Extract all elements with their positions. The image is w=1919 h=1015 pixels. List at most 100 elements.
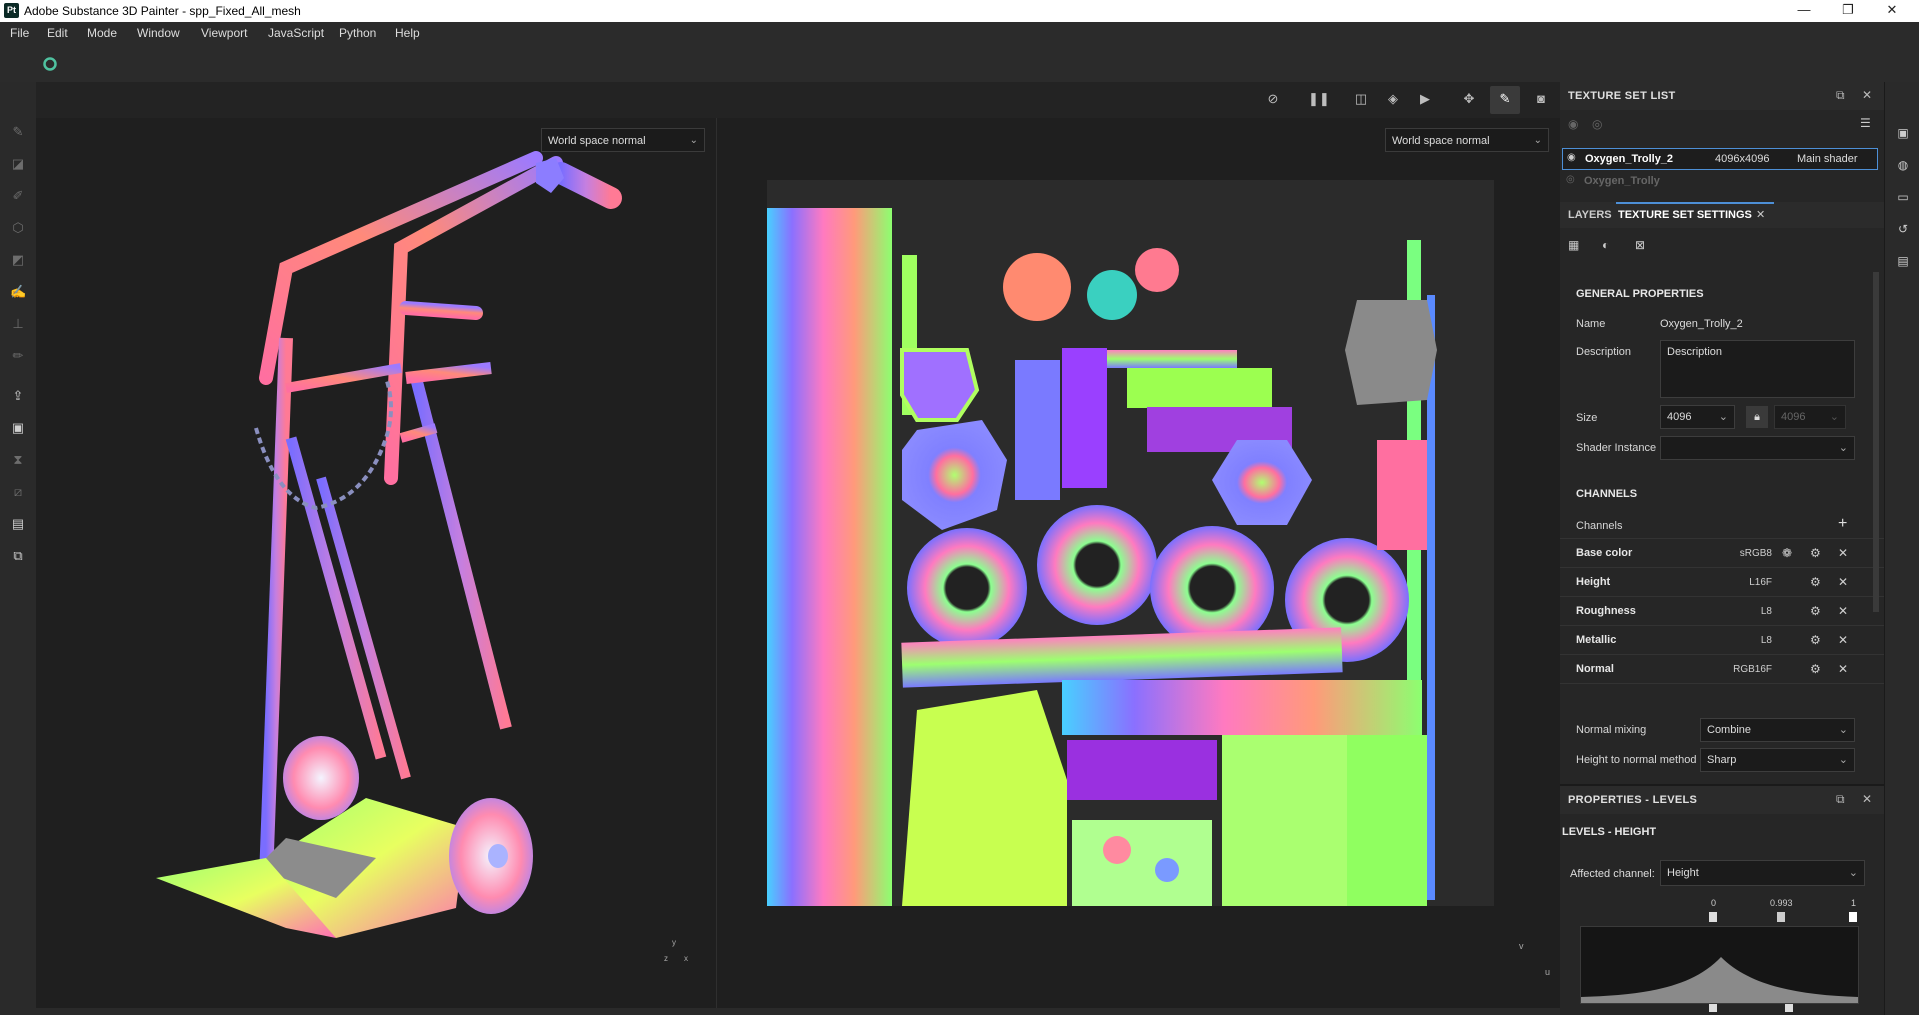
menu-icon[interactable]: ☰ [1860, 116, 1871, 130]
viewport-3d[interactable]: World space normal ⌄ y z x [36, 118, 717, 1015]
export-icon[interactable]: ⇪ [10, 388, 26, 404]
menu-window[interactable]: Window [137, 26, 180, 40]
texture-set-panel-icon[interactable]: ▣ [1895, 126, 1911, 140]
channels-label: Channels [1576, 520, 1623, 532]
pause-icon[interactable]: ❚❚ [1308, 90, 1330, 108]
gear-icon[interactable]: ⚙ [1810, 546, 1821, 560]
geometry-mask-icon[interactable]: ⬡ [10, 220, 26, 236]
menu-edit[interactable]: Edit [47, 26, 68, 40]
general-properties-title: GENERAL PROPERTIES [1576, 288, 1704, 300]
normal-mixing-select[interactable]: Combine ⌄ [1700, 718, 1855, 742]
close-panel-icon[interactable]: ✕ [1862, 792, 1872, 806]
table-icon[interactable]: ▦ [1568, 238, 1579, 252]
camera-icon[interactable]: ▶ [1416, 90, 1434, 108]
menu-viewport[interactable]: Viewport [201, 26, 247, 40]
hourglass-icon[interactable]: ⧗ [10, 452, 26, 468]
add-channel-button[interactable]: + [1838, 515, 1847, 533]
cube-icon[interactable]: ◈ [1384, 90, 1402, 108]
uv-icon[interactable]: ⧄ [10, 484, 26, 500]
visibility-icon[interactable]: ◎ [1592, 117, 1602, 131]
tab-texture-set-settings[interactable]: TEXTURE SET SETTINGS [1618, 209, 1752, 221]
lock-icon[interactable]: 🔒︎ [1746, 406, 1768, 428]
gear-icon[interactable]: ⚙ [1810, 604, 1821, 618]
viewport-2d-mode-select[interactable]: World space normal ⌄ [1385, 128, 1549, 152]
shader-icon[interactable]: ◐ [1602, 238, 1609, 252]
remove-channel-icon[interactable]: ✕ [1838, 662, 1848, 676]
eraser-icon[interactable]: ◪ [10, 156, 26, 172]
description-value: Description [1667, 346, 1723, 358]
menu-file[interactable]: File [10, 26, 29, 40]
texture-set-resolution: 4096x4096 [1715, 153, 1770, 165]
output-low-handle[interactable] [1709, 1004, 1717, 1012]
texture-set-item[interactable]: ◉ Oxygen_Trolly_2 4096x4096 Main shader [1562, 148, 1878, 170]
channel-row[interactable]: Height L16F ⚙ ✕ [1560, 567, 1884, 596]
viewer-icon[interactable]: ⧉ [10, 548, 26, 564]
close-window-button[interactable]: ✕ [1870, 0, 1914, 22]
paint-brush-icon[interactable]: ✎ [10, 124, 26, 140]
close-tab-icon[interactable]: ✕ [1756, 208, 1765, 221]
gear-icon[interactable]: ⚙ [1810, 633, 1821, 647]
display-icon[interactable]: ▭ [1895, 190, 1911, 204]
height-to-normal-select[interactable]: Sharp ⌄ [1700, 748, 1855, 772]
remove-channel-icon[interactable]: ✕ [1838, 604, 1848, 618]
level-low-handle[interactable] [1709, 912, 1717, 922]
projection-icon[interactable]: ✐ [10, 188, 26, 204]
visibility-off-icon[interactable]: ◉ [1568, 117, 1578, 131]
level-mid-handle[interactable] [1777, 912, 1785, 922]
color-profile-icon[interactable]: ❁ [1782, 546, 1792, 560]
shelf-icon[interactable]: ◍ [1895, 158, 1911, 172]
remove-channel-icon[interactable]: ✕ [1838, 575, 1848, 589]
symmetry-icon[interactable]: ✥ [1460, 90, 1478, 108]
eye-icon[interactable]: ◉ [1567, 152, 1576, 163]
maximize-button[interactable]: ❐ [1826, 0, 1870, 22]
tab-layers[interactable]: LAYERS [1568, 209, 1612, 221]
menu-javascript[interactable]: JavaScript [268, 26, 324, 40]
float-panel-icon[interactable]: ⧉ [1836, 792, 1845, 807]
shader-instance-select[interactable]: ⌄ [1660, 436, 1855, 460]
chevron-down-icon: ⌄ [1718, 411, 1728, 423]
channel-row[interactable]: Roughness L8 ⚙ ✕ [1560, 596, 1884, 625]
remove-channel-icon[interactable]: ✕ [1838, 546, 1848, 560]
split-view-icon[interactable]: ◫ [1352, 90, 1370, 108]
texture-set-toolbar: ◉ ◎ ☰ [1560, 110, 1884, 138]
eye-icon[interactable]: ◎ [1566, 174, 1575, 185]
menu-mode[interactable]: Mode [87, 26, 117, 40]
close-panel-icon[interactable]: ✕ [1862, 88, 1872, 102]
level-high-handle[interactable] [1849, 912, 1857, 922]
minimize-button[interactable]: — [1782, 0, 1826, 22]
channel-row[interactable]: Normal RGB16F ⚙ ✕ [1560, 654, 1884, 684]
name-value[interactable]: Oxygen_Trolly_2 [1660, 318, 1743, 330]
sync-icon[interactable] [42, 56, 58, 72]
hide-icon[interactable]: ⊘ [1264, 90, 1282, 108]
uv-tile-icon[interactable]: ⊠ [1635, 238, 1645, 252]
channel-name: Height [1576, 576, 1611, 588]
size-select[interactable]: 4096 ⌄ [1660, 405, 1735, 429]
polygon-fill-icon[interactable]: ◩ [10, 252, 26, 268]
remove-channel-icon[interactable]: ✕ [1838, 633, 1848, 647]
description-field[interactable]: Description [1660, 340, 1855, 398]
affected-channel-select[interactable]: Height ⌄ [1660, 860, 1865, 886]
output-high-handle[interactable] [1785, 1004, 1793, 1012]
log-icon[interactable]: ▤ [1895, 254, 1911, 268]
smudge-icon[interactable]: ✍ [10, 284, 26, 300]
menu-help[interactable]: Help [395, 26, 420, 40]
viewport-2d[interactable]: World space normal ⌄ v u [717, 118, 1560, 1015]
channel-row[interactable]: Base color sRGB8 ❁ ⚙ ✕ [1560, 538, 1884, 567]
menu-python[interactable]: Python [339, 26, 376, 40]
texture-set-item[interactable]: ◎ Oxygen_Trolly [1562, 172, 1878, 192]
display-settings-icon[interactable]: ▤ [10, 516, 26, 532]
clone-stamp-icon[interactable]: ⊥ [10, 316, 26, 332]
uv-texture-map [767, 180, 1494, 906]
gear-icon[interactable]: ⚙ [1810, 575, 1821, 589]
screenshot-icon[interactable]: ◙ [1532, 90, 1550, 108]
settings-scrollbar[interactable] [1873, 272, 1879, 612]
gear-icon[interactable]: ⚙ [1810, 662, 1821, 676]
history-icon[interactable]: ↺ [1895, 222, 1911, 236]
channel-format: RGB16F [1733, 664, 1772, 675]
bake-icon[interactable]: ▣ [10, 420, 26, 436]
color-picker-icon[interactable]: ✏ [10, 348, 26, 364]
float-panel-icon[interactable]: ⧉ [1836, 88, 1845, 103]
channel-row[interactable]: Metallic L8 ⚙ ✕ [1560, 625, 1884, 654]
channel-name: Roughness [1576, 605, 1636, 617]
channel-format: L8 [1760, 606, 1772, 617]
